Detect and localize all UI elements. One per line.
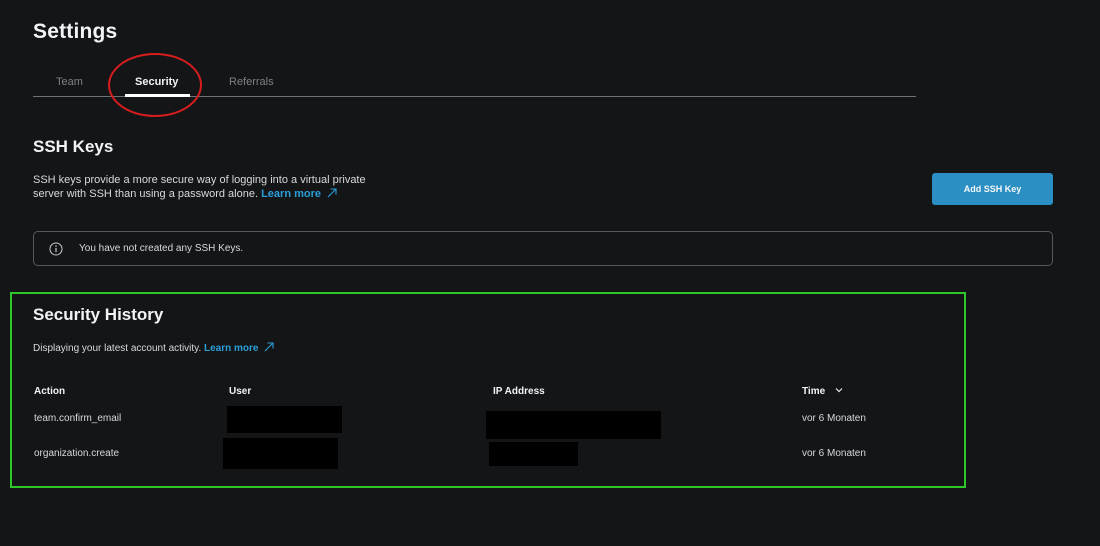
- security-history-description-text: Displaying your latest account activity.: [33, 343, 202, 354]
- table-row-action: organization.create: [34, 448, 120, 459]
- table-row-action: team.confirm_email: [34, 413, 122, 424]
- external-link-arrow-icon[interactable]: [327, 188, 337, 198]
- active-tab-indicator: [125, 94, 190, 97]
- settings-tabs: Team Security Referrals: [33, 70, 916, 97]
- column-header-time[interactable]: Time: [802, 386, 843, 397]
- add-ssh-key-button[interactable]: Add SSH Key: [932, 173, 1053, 205]
- empty-notice-text: You have not created any SSH Keys.: [79, 243, 244, 254]
- tab-referrals[interactable]: Referrals: [229, 76, 274, 88]
- column-header-user: User: [229, 386, 252, 397]
- column-header-action: Action: [34, 386, 66, 397]
- column-header-ip: IP Address: [493, 386, 545, 397]
- settings-page: Settings Team Security Referrals SSH Key…: [0, 0, 1100, 546]
- tab-team[interactable]: Team: [56, 76, 83, 88]
- tab-security[interactable]: Security: [135, 76, 178, 88]
- security-history-description: Displaying your latest account activity.…: [33, 342, 275, 354]
- table-row-time: vor 6 Monaten: [802, 413, 866, 424]
- ssh-keys-title: SSH Keys: [33, 137, 114, 156]
- table-row-time: vor 6 Monaten: [802, 448, 866, 459]
- redacted-ip: [489, 442, 578, 466]
- column-header-time-label: Time: [802, 386, 826, 397]
- chevron-down-icon[interactable]: [835, 387, 843, 393]
- redacted-ip: [486, 411, 661, 439]
- info-icon: [49, 242, 63, 255]
- security-history-title: Security History: [33, 305, 164, 324]
- redacted-user: [227, 406, 342, 433]
- external-link-arrow-icon[interactable]: [264, 342, 275, 352]
- ssh-learn-more-link[interactable]: Learn more: [261, 188, 321, 200]
- redacted-user: [223, 438, 338, 469]
- page-title: Settings: [33, 20, 118, 43]
- history-learn-more-link[interactable]: Learn more: [204, 343, 258, 354]
- ssh-keys-description: SSH keys provide a more secure way of lo…: [33, 173, 373, 201]
- empty-ssh-keys-notice: You have not created any SSH Keys.: [33, 231, 1053, 266]
